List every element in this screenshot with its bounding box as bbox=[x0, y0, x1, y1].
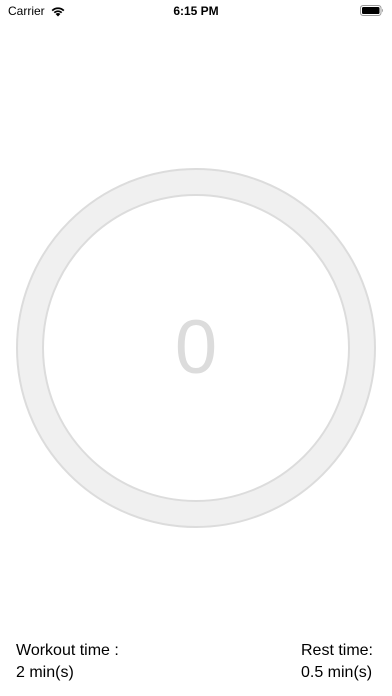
workout-time-label: Workout time : bbox=[16, 642, 119, 659]
timer-count: 0 bbox=[174, 305, 218, 390]
app-screen: Carrier 6:15 PM 0 Workout time : 2 min(s… bbox=[0, 0, 392, 696]
status-bar: Carrier 6:15 PM bbox=[0, 0, 392, 22]
rest-time-label: Rest time: bbox=[300, 642, 373, 659]
workout-time-block: Workout time : 2 min(s) bbox=[16, 640, 119, 684]
battery-icon bbox=[360, 5, 383, 16]
rest-time-value: 0.5 min(s) bbox=[300, 664, 373, 681]
status-time: 6:15 PM bbox=[173, 4, 219, 18]
workout-time-value: 2 min(s) bbox=[16, 664, 74, 681]
rest-time-block: Rest time: 0.5 min(s) bbox=[301, 640, 373, 684]
